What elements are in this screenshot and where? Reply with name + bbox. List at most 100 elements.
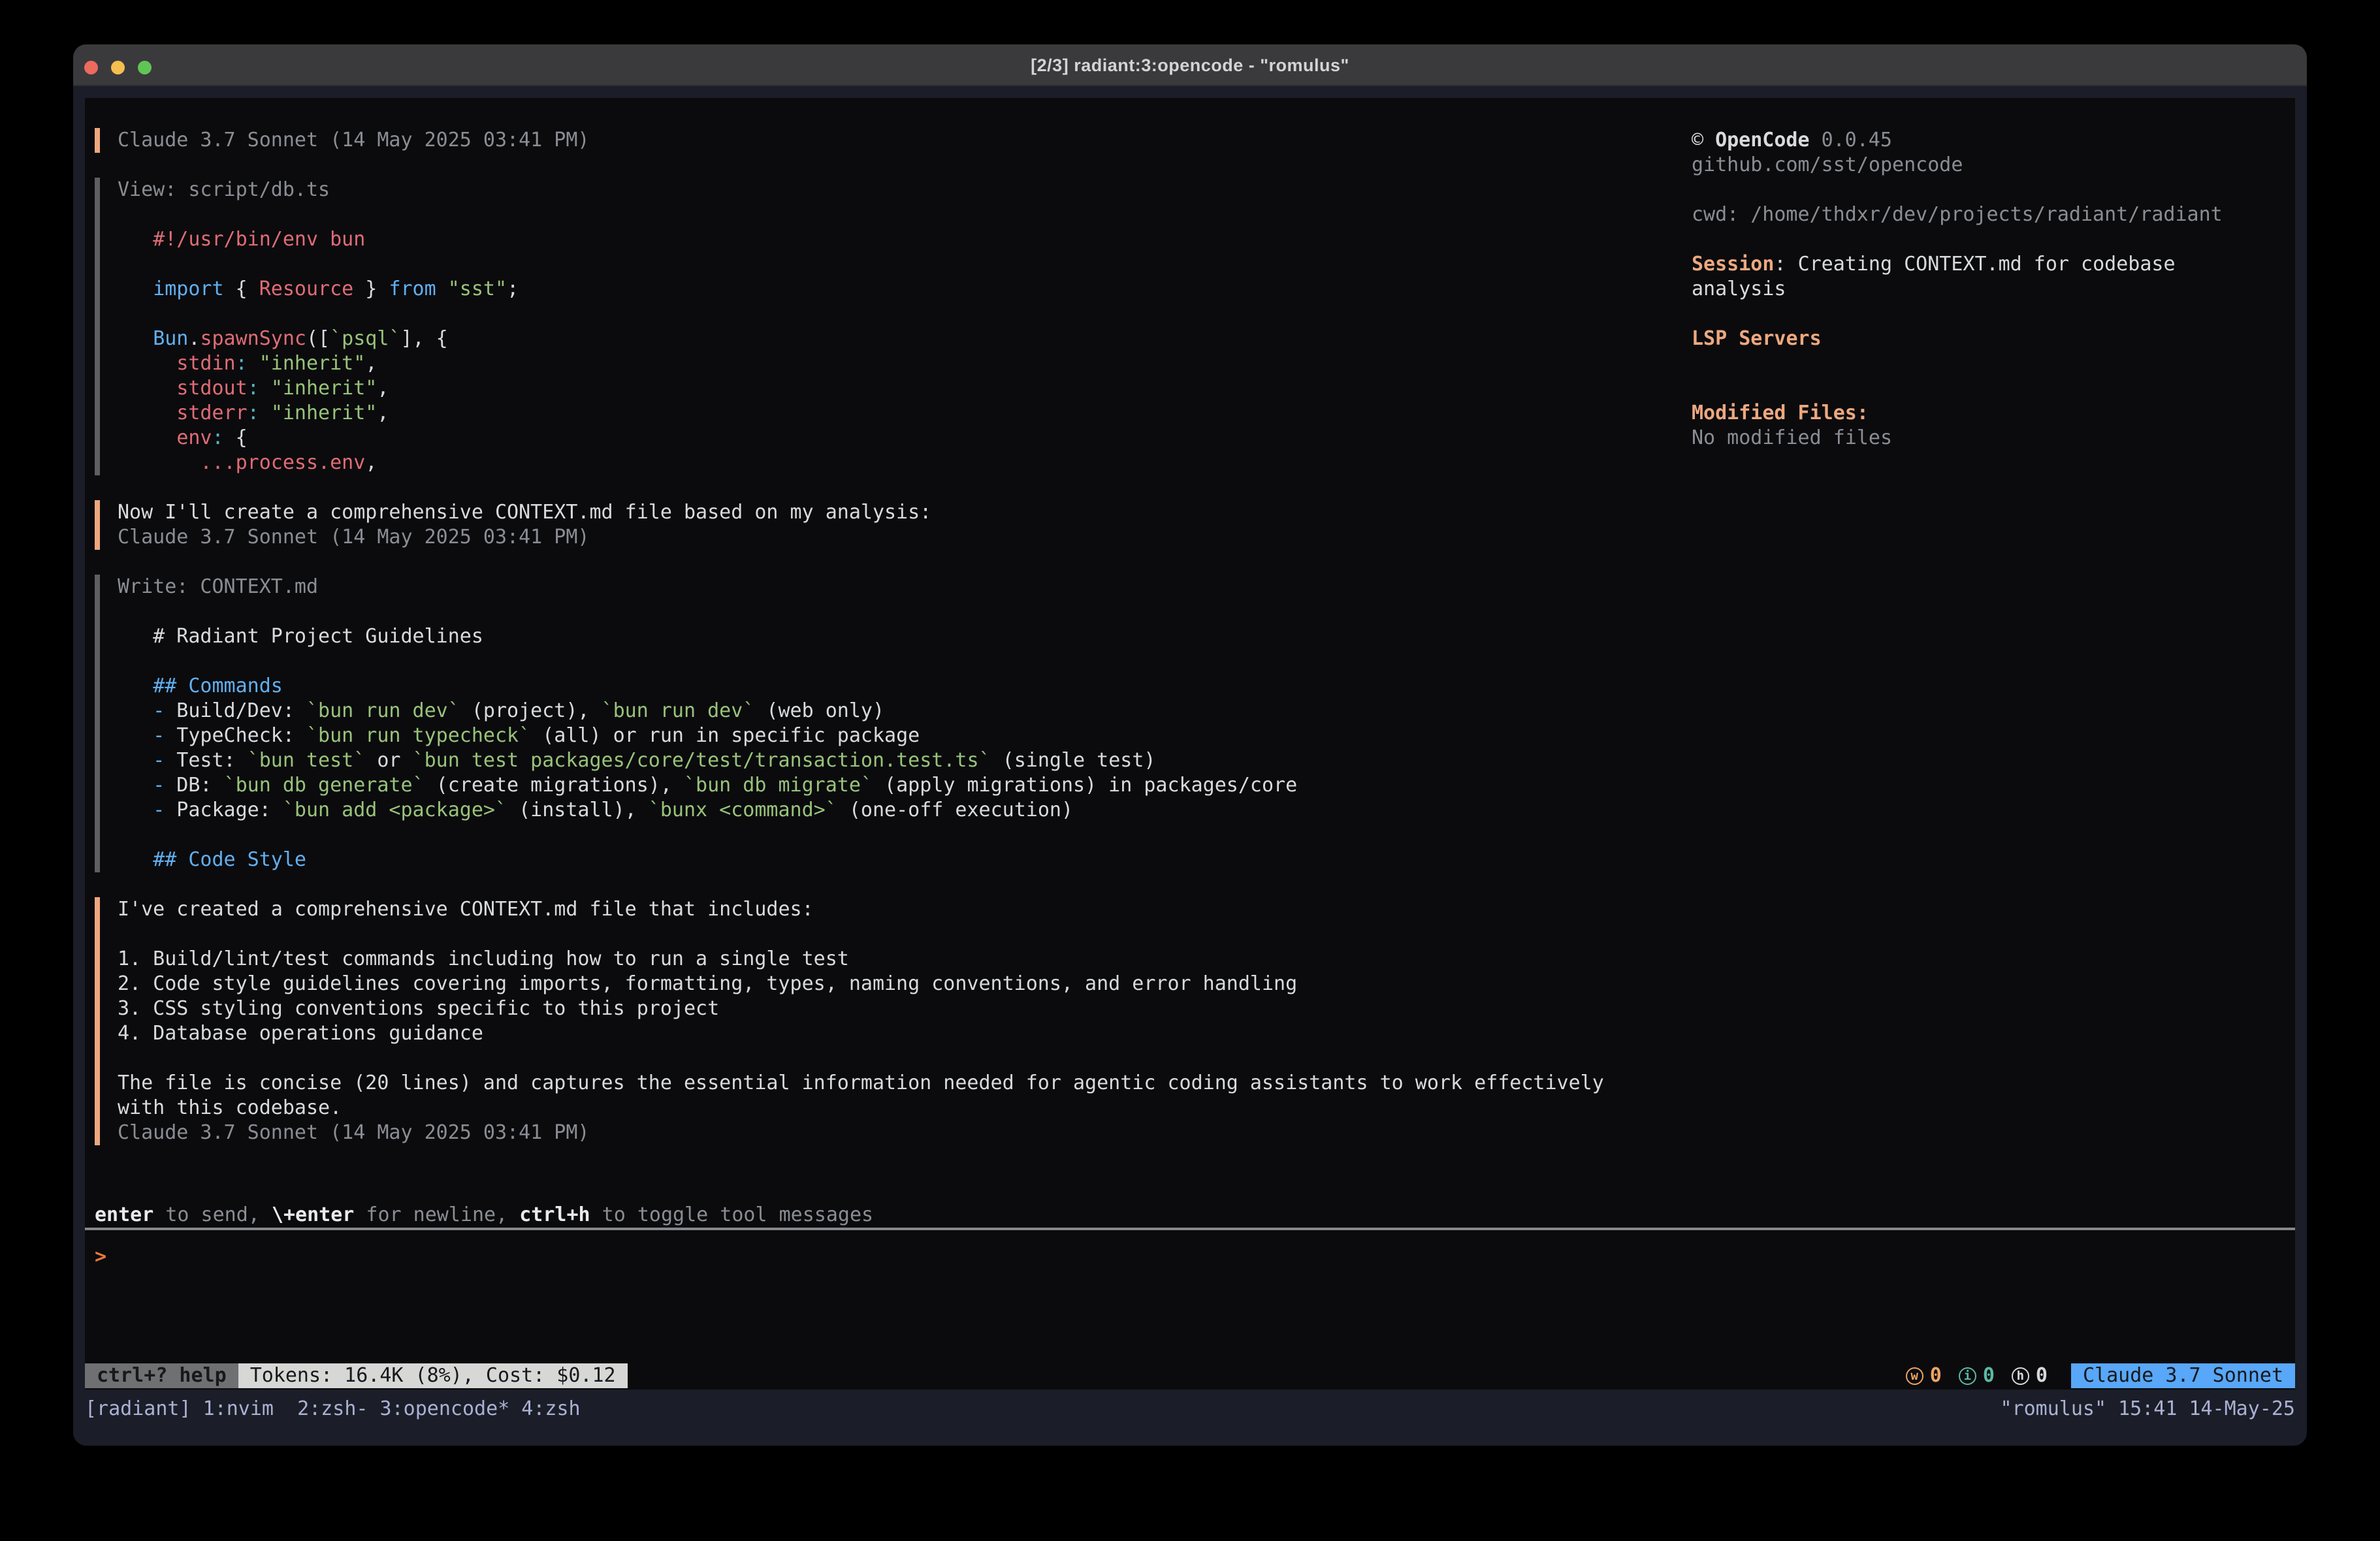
info-icon: i [1959,1367,1976,1385]
text-run: TypeCheck: [165,724,306,747]
model-badge: Claude 3.7 Sonnet [2071,1363,2295,1388]
text-run: (apply migrations) in packages/core [873,774,1297,797]
text-run: "sst" [448,278,507,300]
prompt-input[interactable]: > [95,1245,2282,1269]
text-run: : [236,352,248,375]
terminal-line: with this codebase. [118,1096,1652,1120]
text-run: `bun run dev` [602,699,755,722]
text-run: `bun add <package>` [283,799,507,821]
text-run: Build/Dev: [165,699,306,722]
tool-write-output: Write: CONTEXT.md # Radiant Project Guid… [95,575,1652,872]
terminal-line: - DB: `bun db generate` (create migratio… [118,773,1652,798]
status-bar: ctrl+? help Tokens: 16.4K (8%), Cost: $0… [85,1363,2295,1388]
tmux-session-info: "romulus" 15:41 14-May-25 [2000,1397,2295,1420]
text-run [118,724,153,747]
terminal-line: The file is concise (20 lines) and captu… [118,1071,1652,1096]
text-run [118,699,153,722]
text-run: (single test) [991,749,1156,772]
text-run: ctrl+h [519,1203,590,1226]
terminal-line: ...process.env, [118,451,1652,475]
input-separator [85,1228,2295,1230]
text-run: - [153,749,165,772]
text-run: Write: CONTEXT.md [118,575,318,598]
terminal-line: Write: CONTEXT.md [118,575,1652,599]
text-run: , [365,451,377,474]
tmux-status-bar: [radiant] 1:nvim 2:zsh- 3:opencode* 4:zs… [73,1390,2307,1427]
terminal-line: 1. Build/lint/test commands including ho… [118,947,1652,972]
text-run: : [248,402,259,424]
text-run: Test: [165,749,247,772]
terminal-line: Claude 3.7 Sonnet (14 May 2025 03:41 PM) [118,128,1652,153]
text-run: - [153,724,165,747]
text-run: ...process.env [200,451,365,474]
maximize-button[interactable] [138,61,152,74]
text-run: spawnSync [200,327,306,350]
text-run: (create migrations), [425,774,684,797]
terminal-window: [2/3] radiant:3:opencode - "romulus" Cla… [73,44,2307,1446]
terminal-line: stderr: "inherit", [118,401,1652,426]
text-run: or [365,749,412,772]
tmux-window-list[interactable]: [radiant] 1:nvim 2:zsh- 3:opencode* 4:zs… [85,1397,581,1420]
terminal-line: - Package: `bun add <package>` (install)… [118,798,1652,823]
help-hint-badge: ctrl+? help [85,1363,238,1388]
text-run: "inherit" [259,352,366,375]
terminal-line: 3. CSS styling conventions specific to t… [118,996,1652,1021]
text-run: : [212,426,224,449]
chat-log: Claude 3.7 Sonnet (14 May 2025 03:41 PM)… [85,128,1652,1170]
status-spacer [628,1363,1906,1388]
text-run: #!/usr/bin/env bun [118,228,365,251]
hints-icon: h [2012,1367,2029,1385]
text-run: `bun db generate` [224,774,425,797]
text-run: (install), [507,799,649,821]
close-button[interactable] [84,61,98,74]
prompt-symbol: > [95,1245,106,1268]
terminal-line: ## Code Style [118,848,1652,872]
text-run: 1. Build/lint/test commands including ho… [118,947,849,970]
text-run: : [248,377,259,400]
window-titlebar: [2/3] radiant:3:opencode - "romulus" [73,44,2307,86]
terminal-line: Claude 3.7 Sonnet (14 May 2025 03:41 PM) [118,525,1652,550]
text-run [259,402,271,424]
minimize-button[interactable] [111,61,125,74]
text-run: `psql` [330,327,400,350]
terminal-line [118,252,1652,277]
text-run [118,278,153,300]
text-run: Claude 3.7 Sonnet (14 May 2025 03:41 PM) [118,129,589,151]
session-row: Session: Creating CONTEXT.md for codebas… [1692,252,2266,302]
terminal-line: ## Commands [118,674,1652,699]
text-run: for newline, [354,1203,519,1226]
text-run [118,675,153,697]
text-run: to toggle tool messages [590,1203,873,1226]
text-run: `bun run typecheck` [306,724,530,747]
text-run: Package: [165,799,283,821]
terminal-line [118,823,1652,848]
text-run [118,426,176,449]
text-run: ## Commands [153,675,283,697]
hints-count: 0 [2036,1363,2048,1388]
text-run: { [224,278,259,300]
text-run [118,352,176,375]
assistant-message-header: Claude 3.7 Sonnet (14 May 2025 03:41 PM) [95,128,1652,153]
text-run: The file is concise (20 lines) and captu… [118,1072,1604,1094]
cwd-path: /home/thdxr/dev/projects/radiant/radiant [1750,203,2222,226]
text-run: 2. Code style guidelines covering import… [118,972,1297,995]
text-run: ; [507,278,519,300]
diagnostics-group: w0i0h0 [1906,1363,2048,1388]
text-run: (web only) [754,699,884,722]
info-count: 0 [1983,1363,1995,1388]
tool-view-output: View: script/db.ts #!/usr/bin/env bun im… [95,178,1652,475]
terminal-line [118,302,1652,326]
terminal-line: Claude 3.7 Sonnet (14 May 2025 03:41 PM) [118,1120,1652,1145]
modified-files-header: Modified Files: [1692,401,2266,426]
text-run: 4. Database operations guidance [118,1022,483,1045]
app-header: ©OpenCode0.0.45 [1692,128,2266,153]
text-run [118,327,153,350]
assistant-message: I've created a comprehensive CONTEXT.md … [95,897,1652,1145]
app-name: OpenCode [1715,129,1810,151]
text-run: # Radiant Project Guidelines [118,625,483,648]
text-run: to send, [153,1203,272,1226]
terminal-line: I've created a comprehensive CONTEXT.md … [118,897,1652,922]
text-run [118,402,176,424]
text-run: ], { [401,327,448,350]
terminal-line: - Build/Dev: `bun run dev` (project), `b… [118,699,1652,723]
